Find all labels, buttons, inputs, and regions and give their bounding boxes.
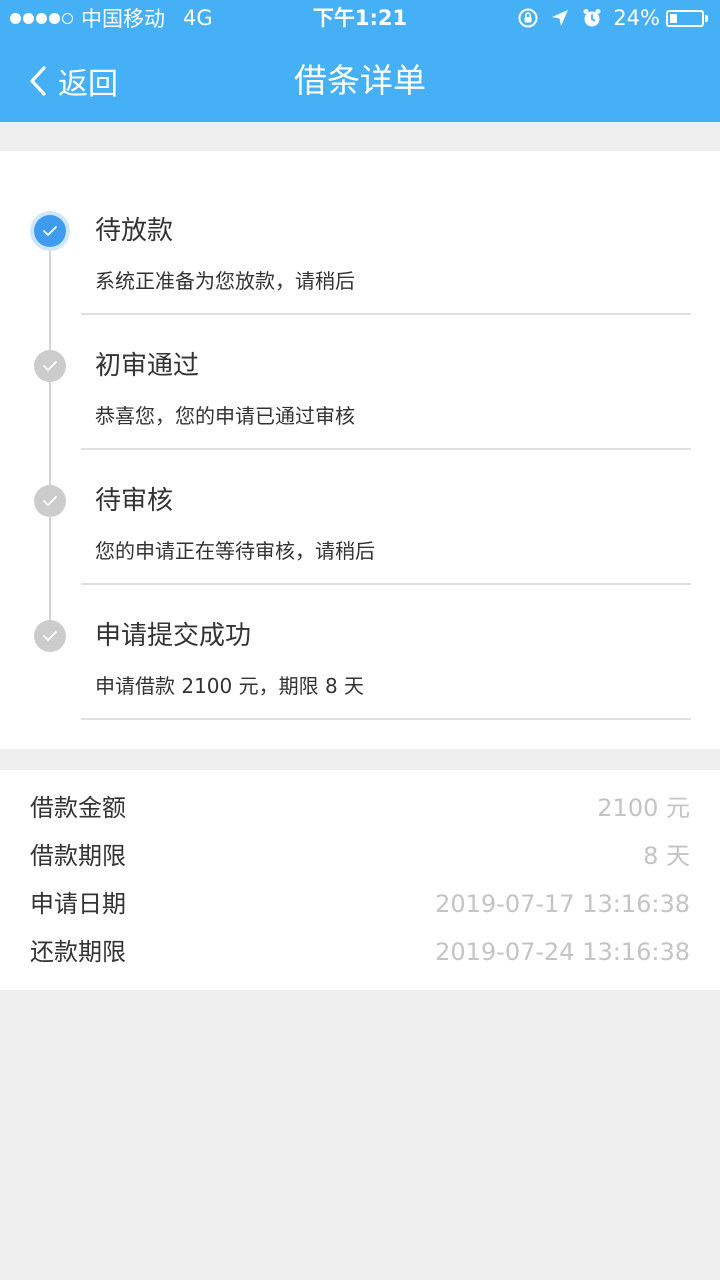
step-status-dot	[34, 620, 66, 652]
detail-label: 借款金额	[30, 794, 126, 822]
loan-status-timeline: 待放款 系统正准备为您放款，请稍后 初审通过 恭喜您，您的申请已通过审核 待审核…	[0, 151, 720, 749]
check-icon	[43, 361, 57, 371]
timeline-step-pending-review: 待审核 您的申请正在等待审核，请稍后	[0, 421, 720, 585]
detail-label: 还款期限	[30, 938, 126, 966]
orientation-lock-icon	[518, 8, 538, 28]
detail-row-apply-date: 申请日期 2019-07-17 13:16:38	[0, 880, 720, 928]
battery-fill	[670, 13, 678, 23]
timeline-step-submitted: 申请提交成功 申请借款 2100 元，期限 8 天	[0, 556, 720, 720]
status-bar: 中国移动 4G 下午1:21 24%	[0, 0, 720, 36]
detail-row-repay-date: 还款期限 2019-07-24 13:16:38	[0, 928, 720, 976]
detail-value: 2019-07-24 13:16:38	[435, 938, 690, 966]
step-divider	[81, 718, 691, 720]
detail-value: 2100 元	[597, 794, 690, 822]
detail-row-term: 借款期限 8 天	[0, 832, 720, 880]
location-arrow-icon	[552, 10, 569, 26]
chevron-left-icon	[30, 66, 46, 96]
back-label: 返回	[58, 67, 118, 102]
back-button[interactable]: 返回	[28, 40, 118, 122]
step-status-dot	[34, 350, 66, 382]
app-header: 中国移动 4G 下午1:21 24% 返回 借条详单	[0, 0, 720, 122]
status-bar-right: 24%	[517, 6, 708, 30]
battery-percent: 24%	[613, 6, 660, 30]
detail-label: 借款期限	[30, 842, 126, 870]
step-title: 待审核	[95, 486, 174, 516]
detail-row-amount: 借款金额 2100 元	[0, 784, 720, 832]
detail-value: 2019-07-17 13:16:38	[435, 890, 690, 918]
nav-bar: 返回 借条详单	[0, 40, 720, 122]
step-status-dot	[34, 215, 66, 247]
step-description: 申请借款 2100 元，期限 8 天	[95, 674, 365, 698]
detail-label: 申请日期	[30, 890, 126, 918]
battery-icon	[666, 9, 704, 27]
step-title: 待放款	[95, 216, 174, 246]
timeline-step-initial-review: 初审通过 恭喜您，您的申请已通过审核	[0, 286, 720, 450]
check-icon	[43, 631, 57, 641]
loan-details: 借款金额 2100 元 借款期限 8 天 申请日期 2019-07-17 13:…	[0, 770, 720, 990]
step-title: 申请提交成功	[95, 621, 252, 651]
step-status-dot	[34, 485, 66, 517]
alarm-icon	[583, 9, 601, 27]
timeline-step-disbursement: 待放款 系统正准备为您放款，请稍后	[0, 151, 720, 315]
check-icon	[43, 226, 57, 236]
check-icon	[43, 496, 57, 506]
detail-value: 8 天	[643, 842, 690, 870]
step-title: 初审通过	[95, 351, 200, 381]
battery-tip	[705, 14, 708, 22]
